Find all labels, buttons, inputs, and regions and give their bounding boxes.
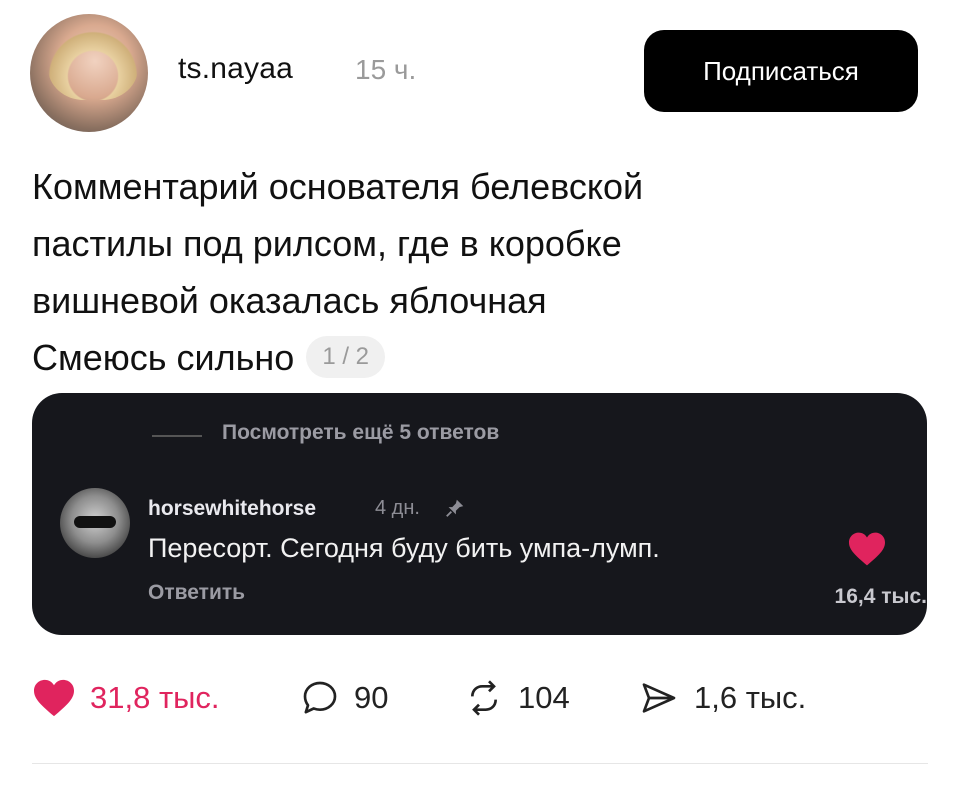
commenter-avatar — [60, 488, 130, 558]
author-username[interactable]: ts.nayaa — [178, 52, 293, 86]
comment-reply-label: Ответить — [148, 581, 246, 604]
post-time: 15 ч. — [355, 54, 417, 85]
comment-bubble-icon — [303, 681, 337, 714]
like-button[interactable]: 31,8 тыс. — [32, 672, 220, 724]
avatar-image — [74, 516, 116, 528]
heart-icon — [849, 532, 885, 566]
post-divider — [32, 763, 928, 764]
avatar-image — [48, 20, 138, 100]
repost-button[interactable]: 104 — [464, 672, 570, 724]
post-text-line-last: Смеюсь сильно 1 / 2 — [32, 329, 912, 386]
replies-dash — [152, 435, 202, 437]
comment-count: 90 — [354, 680, 389, 715]
follow-button[interactable]: Подписаться — [644, 30, 918, 112]
author-avatar[interactable] — [30, 14, 148, 132]
post-text-line: Смеюсь сильно — [32, 337, 295, 378]
pin-icon — [446, 499, 464, 517]
repost-count: 104 — [518, 680, 570, 715]
comment-screenshot-card[interactable]: Посмотреть ещё 5 ответов horsewhitehorse… — [32, 393, 927, 635]
commenter-username: horsewhitehorse — [148, 497, 317, 520]
comment-likes: 16,4 тыс. — [834, 585, 927, 608]
repost-icon — [471, 680, 497, 716]
post-actions: 31,8 тыс. 90 104 1,6 тыс. — [32, 672, 932, 724]
share-count: 1,6 тыс. — [694, 680, 807, 715]
view-more-replies-label: Посмотреть ещё 5 ответов — [222, 421, 500, 444]
post-text-line: вишневой оказалась яблочная — [32, 280, 547, 321]
comment-text: Пересорт. Сегодня буду бить умпа-лумп. — [148, 533, 660, 563]
like-count: 31,8 тыс. — [90, 680, 220, 715]
comment-button[interactable]: 90 — [300, 672, 388, 724]
comment-time: 4 дн. — [375, 497, 420, 519]
share-button[interactable]: 1,6 тыс. — [638, 672, 806, 724]
post-text-line: пастилы под рилсом, где в коробке — [32, 223, 622, 264]
send-icon — [642, 683, 676, 713]
post-text: Комментарий основателя белевской пастилы… — [32, 158, 912, 386]
heart-filled-icon — [34, 679, 74, 717]
post-text-line: Комментарий основателя белевской — [32, 166, 644, 207]
page-indicator: 1 / 2 — [306, 336, 386, 379]
